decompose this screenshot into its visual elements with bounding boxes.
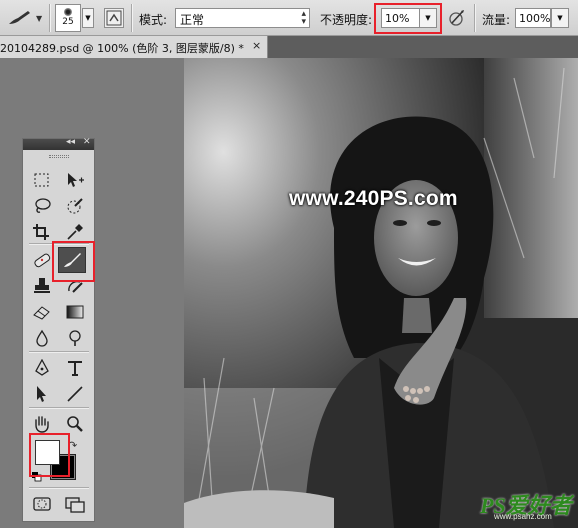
- updown-arrows-icon: ▴ ▾: [301, 9, 306, 27]
- water-drop-icon: [36, 329, 48, 347]
- pen-tool-button[interactable]: [30, 357, 54, 379]
- site-logo-url: www.psahz.com: [494, 512, 552, 521]
- crop-tool-button[interactable]: [30, 221, 54, 243]
- brush-panel-toggle-button[interactable]: [104, 8, 124, 28]
- gradient-icon: [66, 305, 84, 319]
- airbrush-icon: [449, 10, 464, 26]
- flow-slider-button[interactable]: ▼: [551, 8, 569, 28]
- watermark-text: www.240PS.com: [289, 187, 458, 210]
- divider: [474, 4, 475, 32]
- tools-panel-header[interactable]: ◂◂ ✕: [23, 137, 94, 150]
- flow-label: 流量:: [482, 13, 511, 27]
- default-colors-icon[interactable]: [32, 471, 42, 482]
- quick-selection-tool-button[interactable]: [63, 195, 87, 217]
- chevron-down-icon: ▼: [36, 14, 43, 23]
- line-tool-button[interactable]: [63, 383, 87, 405]
- move-icon: [68, 173, 84, 187]
- eraser-icon: [33, 306, 50, 320]
- blend-mode-select[interactable]: 正常 ▴ ▾: [175, 8, 310, 28]
- brush-tip-icon: [64, 8, 72, 16]
- divider: [29, 243, 89, 244]
- eraser-tool-button[interactable]: [30, 301, 54, 323]
- portrait-photo: [184, 58, 578, 528]
- close-tab-icon[interactable]: ×: [252, 39, 261, 52]
- hand-tool-button[interactable]: [30, 413, 54, 435]
- tools-panel: ◂◂ ✕ ↷: [22, 137, 95, 522]
- path-selection-arrow-icon: [37, 386, 46, 402]
- opacity-label: 不透明度:: [320, 13, 373, 27]
- zoom-tool-button[interactable]: [63, 413, 87, 435]
- document-image[interactable]: [184, 58, 578, 528]
- type-t-icon: [68, 361, 82, 376]
- eyedropper-icon: [67, 224, 83, 240]
- path-selection-tool-button[interactable]: [30, 383, 54, 405]
- brush-icon: [9, 11, 30, 24]
- document-tab[interactable]: 20104289.psd @ 100% (色阶 3, 图层蒙版/8) * ×: [0, 36, 268, 58]
- brush-size-picker[interactable]: 25: [55, 4, 81, 32]
- rectangular-marquee-icon: [34, 173, 49, 187]
- flow-input[interactable]: 100%: [515, 8, 551, 28]
- lasso-tool-button[interactable]: [30, 195, 54, 217]
- quick-mask-icon: [33, 497, 51, 511]
- divider: [29, 351, 89, 352]
- type-tool-button[interactable]: [63, 357, 87, 379]
- eyedropper-tool-button[interactable]: [63, 221, 87, 243]
- options-bar: ▼ 25 ▼ 模式: 正常 ▴ ▾ 不透明度: 10% ▼ 流量: 100% ▼: [0, 0, 578, 36]
- brush-panel-icon: [106, 10, 122, 26]
- opacity-slider-button[interactable]: ▼: [419, 8, 437, 28]
- collapse-icon[interactable]: ◂◂: [66, 137, 75, 147]
- move-tool-button[interactable]: [63, 169, 87, 191]
- divider: [29, 407, 89, 408]
- divider: [29, 487, 89, 488]
- magnifier-icon: [67, 416, 83, 432]
- brush-size-value: 25: [62, 17, 74, 27]
- dodge-icon: [69, 330, 81, 346]
- bandage-icon: [34, 253, 51, 268]
- blend-mode-value: 正常: [180, 13, 205, 27]
- dodge-tool-button[interactable]: [63, 327, 87, 349]
- history-brush-tool-button[interactable]: [63, 275, 87, 297]
- foreground-color-swatch[interactable]: [35, 440, 60, 465]
- tool-preset-picker[interactable]: ▼: [4, 7, 44, 29]
- stamp-icon: [34, 278, 50, 293]
- pen-icon: [35, 359, 49, 376]
- tab-strip: [268, 36, 578, 58]
- crop-icon: [33, 224, 49, 240]
- healing-brush-tool-button[interactable]: [30, 249, 54, 271]
- close-icon[interactable]: ✕: [83, 137, 91, 147]
- quick-mask-tool-button[interactable]: [30, 493, 54, 515]
- brush-preset-dropdown[interactable]: ▼: [82, 8, 94, 28]
- document-title: 20104289.psd @ 100% (色阶 3, 图层蒙版/8) *: [0, 42, 244, 55]
- marquee-tool-button[interactable]: [30, 169, 54, 191]
- brush-tool-button[interactable]: [58, 247, 86, 273]
- quick-selection-icon: [67, 198, 83, 214]
- swap-colors-icon[interactable]: ↷: [68, 439, 77, 452]
- history-brush-icon: [68, 280, 83, 293]
- divider: [131, 4, 132, 32]
- mode-label: 模式:: [139, 13, 168, 27]
- divider: [49, 4, 50, 32]
- screen-mode-icon: [65, 497, 85, 513]
- panel-grip[interactable]: [49, 155, 69, 158]
- blur-tool-button[interactable]: [30, 327, 54, 349]
- hand-icon: [35, 416, 49, 433]
- screen-mode-tool-button[interactable]: [63, 493, 87, 515]
- gradient-tool-button[interactable]: [63, 301, 87, 323]
- line-icon: [67, 386, 83, 402]
- opacity-input[interactable]: 10%: [381, 8, 421, 28]
- lasso-icon: [35, 198, 51, 213]
- airbrush-toggle-button[interactable]: [447, 8, 467, 28]
- site-logo: PS爱好者 www.psahz.com: [478, 488, 574, 522]
- clone-stamp-tool-button[interactable]: [30, 275, 54, 297]
- brush-icon: [64, 253, 81, 267]
